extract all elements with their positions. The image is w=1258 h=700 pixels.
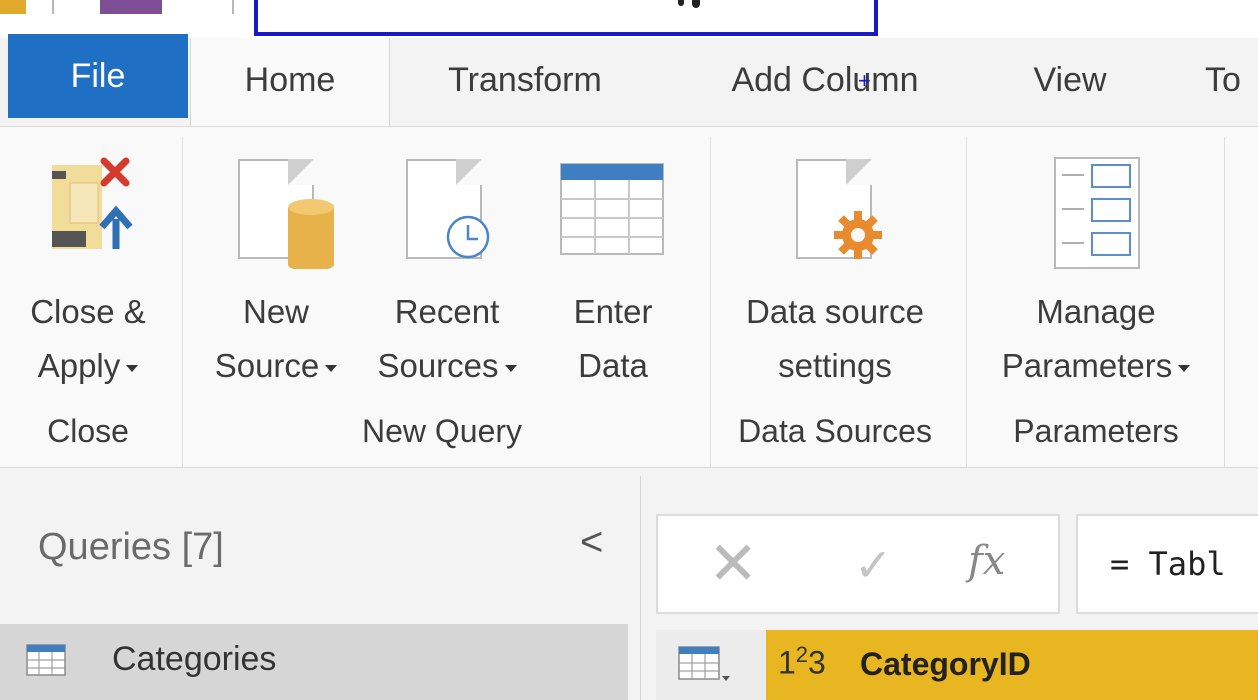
column-name: CategoryID — [860, 646, 1031, 682]
type-glyph-2: 2 — [795, 642, 809, 667]
new-source-label-text: Source — [214, 347, 320, 384]
group-label-close: Close — [47, 413, 129, 449]
chevron-down-icon — [126, 364, 139, 372]
recent-sources-icon — [406, 159, 490, 259]
manage-parameters-label: Manage — [1036, 293, 1156, 330]
enter-data-button[interactable]: Enter Data — [538, 157, 688, 407]
group-label-parameters: Parameters — [1013, 413, 1179, 449]
type-glyph-1: 1 — [778, 644, 796, 681]
type-glyph-3: 3 — [808, 644, 826, 681]
close-apply-icon — [52, 157, 133, 249]
tab-view[interactable]: View — [1010, 38, 1130, 122]
recent-sources-label: Recent — [394, 293, 500, 330]
manage-parameters-button[interactable]: Manage Parameters — [976, 157, 1216, 407]
check-icon[interactable]: ✓ — [854, 540, 893, 590]
close-icon[interactable]: ✕ — [708, 534, 758, 594]
table-icon — [560, 163, 664, 255]
table-menu-button[interactable] — [656, 630, 767, 700]
data-source-settings-button[interactable]: Data source settings — [716, 157, 954, 407]
app-icon — [100, 0, 162, 14]
function-icon[interactable]: fx — [968, 538, 1005, 584]
group-label-new-query: New Query — [361, 413, 523, 449]
column-header[interactable]: 123 CategoryID — [766, 630, 1258, 700]
title-separator — [52, 0, 54, 14]
close-apply-label-2: Apply — [8, 339, 168, 393]
data-source-settings-icon — [796, 159, 882, 259]
data-source-settings-label: Data source — [746, 293, 924, 330]
recent-sources-label-2: Sources — [362, 339, 532, 393]
formula-controls: ✕ ✓ fx — [656, 514, 1060, 614]
recent-sources-button[interactable]: Recent Sources — [362, 157, 532, 407]
manage-parameters-label-text: Parameters — [1001, 347, 1173, 384]
new-source-button[interactable]: New Source — [196, 157, 356, 407]
ribbon: Close & Apply Close New Source Recent So… — [0, 126, 1258, 468]
number-type-icon[interactable]: 123 — [778, 642, 826, 682]
title-bar — [0, 0, 1258, 38]
tab-home[interactable]: Home — [190, 38, 390, 128]
title-text-fragment — [676, 0, 706, 8]
query-item[interactable]: Categories — [0, 624, 628, 700]
group-divider — [966, 137, 967, 467]
chevron-down-icon — [504, 364, 517, 372]
table-icon — [26, 644, 66, 676]
group-divider — [710, 137, 711, 467]
tab-tools[interactable]: To — [1205, 38, 1258, 122]
manage-parameters-label-2: Parameters — [976, 339, 1216, 393]
collapse-pane-button[interactable]: < — [580, 522, 616, 562]
title-highlight-box — [254, 0, 878, 36]
save-icon[interactable] — [0, 0, 26, 14]
chevron-down-icon — [1178, 364, 1191, 372]
close-apply-label-text: Apply — [37, 347, 121, 384]
tab-transform[interactable]: Transform — [420, 38, 630, 122]
group-divider — [182, 137, 183, 467]
group-divider — [1224, 137, 1225, 467]
close-apply-label: Close & — [30, 293, 146, 330]
new-source-label: New — [242, 293, 310, 330]
new-source-icon — [238, 159, 334, 269]
queries-pane-title: Queries [7] — [38, 526, 224, 568]
enter-data-label: Enter — [573, 293, 653, 330]
close-apply-button[interactable]: Close & Apply — [8, 157, 168, 407]
tab-file[interactable]: File — [8, 34, 188, 118]
enter-data-label-2: Data — [578, 347, 648, 384]
recent-sources-label-text: Sources — [377, 347, 499, 384]
chevron-down-icon — [325, 364, 338, 372]
new-source-label-2: Source — [196, 339, 356, 393]
group-label-data-sources: Data Sources — [738, 413, 932, 449]
title-separator — [232, 0, 234, 14]
data-source-settings-label-2: settings — [778, 347, 892, 384]
mouse-cursor-icon: + — [858, 68, 871, 93]
ribbon-tabs: File Home Transform Add Column View To — [0, 34, 1258, 128]
tab-add-column[interactable]: Add Column — [700, 38, 950, 122]
queries-pane: Queries [7] < Categories — [0, 476, 641, 700]
table-icon — [678, 646, 730, 681]
formula-input[interactable]: = Tabl — [1076, 514, 1258, 614]
manage-parameters-icon — [1054, 157, 1140, 269]
query-item-label: Categories — [112, 640, 277, 678]
